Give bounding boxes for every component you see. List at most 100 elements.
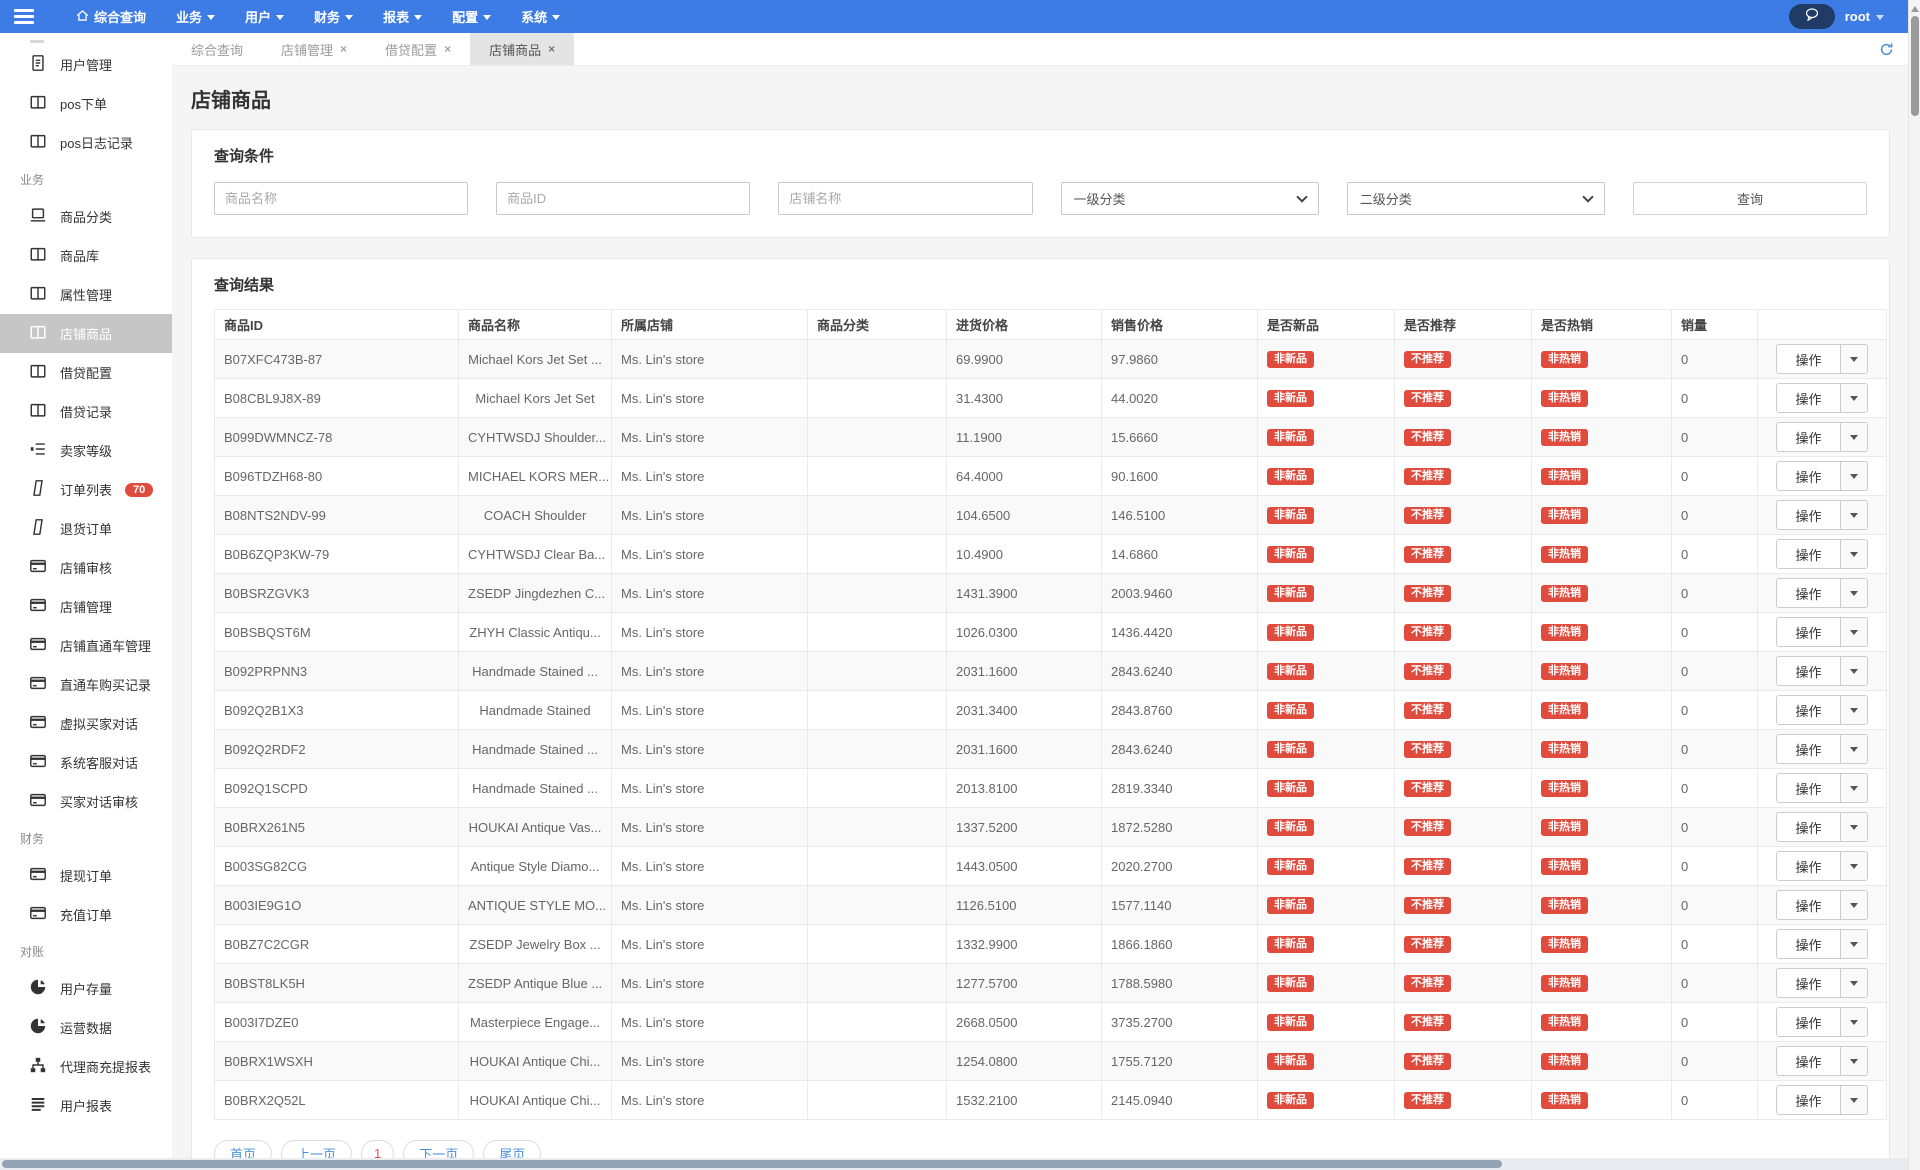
- action-dropdown-toggle[interactable]: [1840, 852, 1867, 880]
- close-icon[interactable]: ×: [444, 42, 451, 56]
- action-button[interactable]: 操作: [1776, 851, 1867, 881]
- sidebar-item-pos下单[interactable]: pos下单: [0, 84, 172, 123]
- hamburger-menu-icon[interactable]: [0, 0, 48, 33]
- action-button[interactable]: 操作: [1776, 500, 1867, 530]
- sidebar-item-店铺管理[interactable]: 店铺管理: [0, 587, 172, 626]
- action-button[interactable]: 操作: [1776, 383, 1867, 413]
- action-dropdown-toggle[interactable]: [1840, 930, 1867, 958]
- select-一级分类[interactable]: 一级分类: [1061, 182, 1319, 215]
- nav-menu-用户[interactable]: 用户: [245, 7, 284, 26]
- sidebar-item-店铺审核[interactable]: 店铺审核: [0, 548, 172, 587]
- action-dropdown-toggle[interactable]: [1840, 969, 1867, 997]
- horizontal-scrollbar[interactable]: [0, 1158, 1908, 1170]
- horizontal-scroll-thumb[interactable]: [2, 1160, 1502, 1168]
- action-button[interactable]: 操作: [1776, 617, 1867, 647]
- tab-店铺商品[interactable]: 店铺商品×: [470, 33, 574, 65]
- action-dropdown-toggle[interactable]: [1840, 579, 1867, 607]
- action-button[interactable]: 操作: [1776, 578, 1867, 608]
- action-dropdown-toggle[interactable]: [1840, 462, 1867, 490]
- action-button[interactable]: 操作: [1776, 812, 1867, 842]
- action-dropdown-toggle[interactable]: [1840, 774, 1867, 802]
- sidebar-item-退货订单[interactable]: 退货订单: [0, 509, 172, 548]
- action-dropdown-toggle[interactable]: [1840, 1086, 1867, 1114]
- action-dropdown-toggle[interactable]: [1840, 423, 1867, 451]
- action-dropdown-toggle[interactable]: [1840, 540, 1867, 568]
- nav-menu-财务[interactable]: 财务: [314, 7, 353, 26]
- sidebar-item-商品库[interactable]: 商品库: [0, 236, 172, 275]
- action-button[interactable]: 操作: [1776, 734, 1867, 764]
- action-dropdown-toggle[interactable]: [1840, 891, 1867, 919]
- sidebar-item-充值订单[interactable]: 充值订单: [0, 895, 172, 934]
- action-button[interactable]: 操作: [1776, 1007, 1867, 1037]
- action-button[interactable]: 操作: [1776, 968, 1867, 998]
- sidebar-item-借贷记录[interactable]: 借贷记录: [0, 392, 172, 431]
- nav-menu-系统[interactable]: 系统: [521, 7, 560, 26]
- query-input-商品名称[interactable]: [214, 182, 468, 215]
- tab-店铺管理[interactable]: 店铺管理×: [262, 33, 366, 65]
- nav-menu-业务[interactable]: 业务: [176, 7, 215, 26]
- cell-sale: 2843.8760: [1102, 691, 1258, 730]
- close-icon[interactable]: ×: [548, 42, 555, 56]
- vertical-scrollbar[interactable]: [1908, 0, 1920, 1170]
- tab-综合查询[interactable]: 综合查询: [172, 33, 262, 65]
- action-button[interactable]: 操作: [1776, 773, 1867, 803]
- sidebar-item-买家对话审核[interactable]: 买家对话审核: [0, 782, 172, 821]
- action-button[interactable]: 操作: [1776, 539, 1867, 569]
- action-dropdown-toggle[interactable]: [1840, 696, 1867, 724]
- nav-menu-报表[interactable]: 报表: [383, 7, 422, 26]
- cell-rec: 不推荐: [1395, 613, 1532, 652]
- chat-button[interactable]: [1789, 4, 1835, 29]
- action-button[interactable]: 操作: [1776, 344, 1867, 374]
- action-button[interactable]: 操作: [1776, 1046, 1867, 1076]
- nav-menu-配置[interactable]: 配置: [452, 7, 491, 26]
- action-dropdown-toggle[interactable]: [1840, 1047, 1867, 1075]
- sidebar-item-代理商充提报表[interactable]: 代理商充提报表: [0, 1047, 172, 1086]
- action-button[interactable]: 操作: [1776, 656, 1867, 686]
- action-button[interactable]: 操作: [1776, 461, 1867, 491]
- search-button[interactable]: 查询: [1633, 182, 1867, 215]
- query-input-店铺名称[interactable]: [778, 182, 1032, 215]
- sidebar-item-订单列表[interactable]: 订单列表70: [0, 470, 172, 509]
- action-button[interactable]: 操作: [1776, 695, 1867, 725]
- action-dropdown-toggle[interactable]: [1840, 657, 1867, 685]
- recommend-badge: 不推荐: [1404, 663, 1451, 680]
- query-input-商品ID[interactable]: [496, 182, 750, 215]
- cell-cat: [808, 496, 947, 535]
- refresh-tabs-button[interactable]: [1879, 33, 1908, 65]
- sidebar-item-商品分类[interactable]: 商品分类: [0, 197, 172, 236]
- action-button[interactable]: 操作: [1776, 890, 1867, 920]
- sidebar-item-用户存量[interactable]: 用户存量: [0, 969, 172, 1008]
- action-dropdown-toggle[interactable]: [1840, 1008, 1867, 1036]
- action-button[interactable]: 操作: [1776, 929, 1867, 959]
- sidebar-item-系统客服对话[interactable]: 系统客服对话: [0, 743, 172, 782]
- sidebar-item-直通车购买记录[interactable]: 直通车购买记录: [0, 665, 172, 704]
- close-icon[interactable]: ×: [340, 42, 347, 56]
- sidebar-item-属性管理[interactable]: 属性管理: [0, 275, 172, 314]
- sidebar-item-pos日志记录[interactable]: pos日志记录: [0, 123, 172, 162]
- nav-item-home[interactable]: 综合查询: [76, 7, 146, 26]
- sidebar-item-提现订单[interactable]: 提现订单: [0, 856, 172, 895]
- sidebar-item-虚拟买家对话[interactable]: 虚拟买家对话: [0, 704, 172, 743]
- action-dropdown-toggle[interactable]: [1840, 618, 1867, 646]
- action-dropdown-toggle[interactable]: [1840, 735, 1867, 763]
- scroll-up-arrow-icon[interactable]: [1911, 6, 1919, 12]
- recommend-badge: 不推荐: [1404, 858, 1451, 875]
- action-dropdown-toggle[interactable]: [1840, 501, 1867, 529]
- action-dropdown-toggle[interactable]: [1840, 813, 1867, 841]
- tab-借贷配置[interactable]: 借贷配置×: [366, 33, 470, 65]
- action-dropdown-toggle[interactable]: [1840, 384, 1867, 412]
- action-button[interactable]: 操作: [1776, 1085, 1867, 1115]
- user-menu[interactable]: root: [1845, 9, 1884, 24]
- sidebar-item-用户报表[interactable]: 用户报表: [0, 1086, 172, 1125]
- sidebar-item-运营数据[interactable]: 运营数据: [0, 1008, 172, 1047]
- vertical-scroll-thumb[interactable]: [1911, 16, 1919, 116]
- sidebar-item-卖家等级[interactable]: 卖家等级: [0, 431, 172, 470]
- sidebar-item-店铺直通车管理[interactable]: 店铺直通车管理: [0, 626, 172, 665]
- sidebar-item-店铺商品[interactable]: 店铺商品: [0, 314, 172, 353]
- sidebar-item-借贷配置[interactable]: 借贷配置: [0, 353, 172, 392]
- action-button[interactable]: 操作: [1776, 422, 1867, 452]
- cell-hot: 非热销: [1532, 574, 1672, 613]
- sidebar-item-用户管理[interactable]: 用户管理: [0, 45, 172, 84]
- select-二级分类[interactable]: 二级分类: [1347, 182, 1605, 215]
- action-dropdown-toggle[interactable]: [1840, 345, 1867, 373]
